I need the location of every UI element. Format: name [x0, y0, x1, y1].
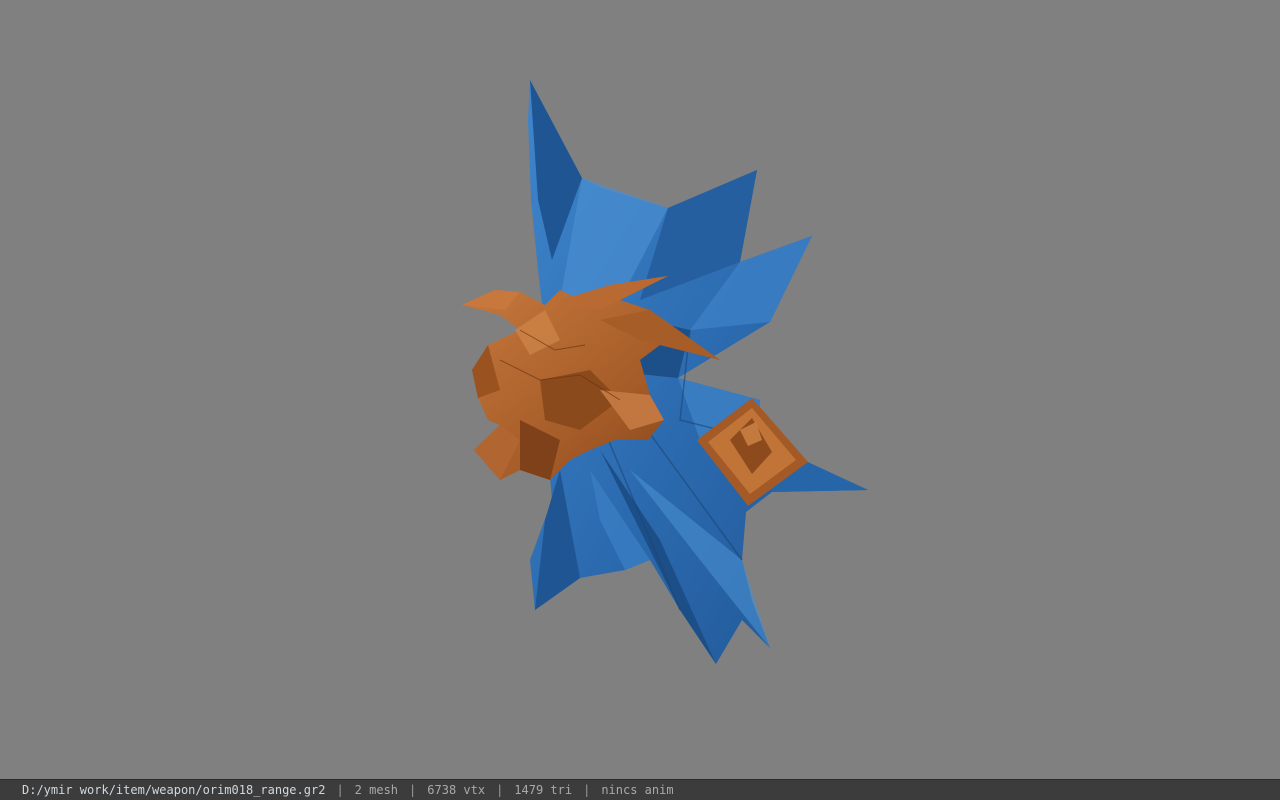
file-path: D:/ymir work/item/weapon/orim018_range.g… [22, 783, 326, 797]
mesh-count: 2 mesh [354, 783, 399, 797]
status-bar: D:/ymir work/item/weapon/orim018_range.g… [0, 779, 1280, 800]
status-separator: | [583, 783, 591, 797]
anim-status: nincs anim [601, 783, 674, 797]
status-separator: | [409, 783, 417, 797]
3d-viewport[interactable] [0, 0, 1280, 779]
triangle-count: 1479 tri [514, 783, 573, 797]
model-render [462, 80, 868, 664]
status-separator: | [496, 783, 504, 797]
vertex-count: 6738 vtx [427, 783, 486, 797]
status-separator: | [336, 783, 344, 797]
